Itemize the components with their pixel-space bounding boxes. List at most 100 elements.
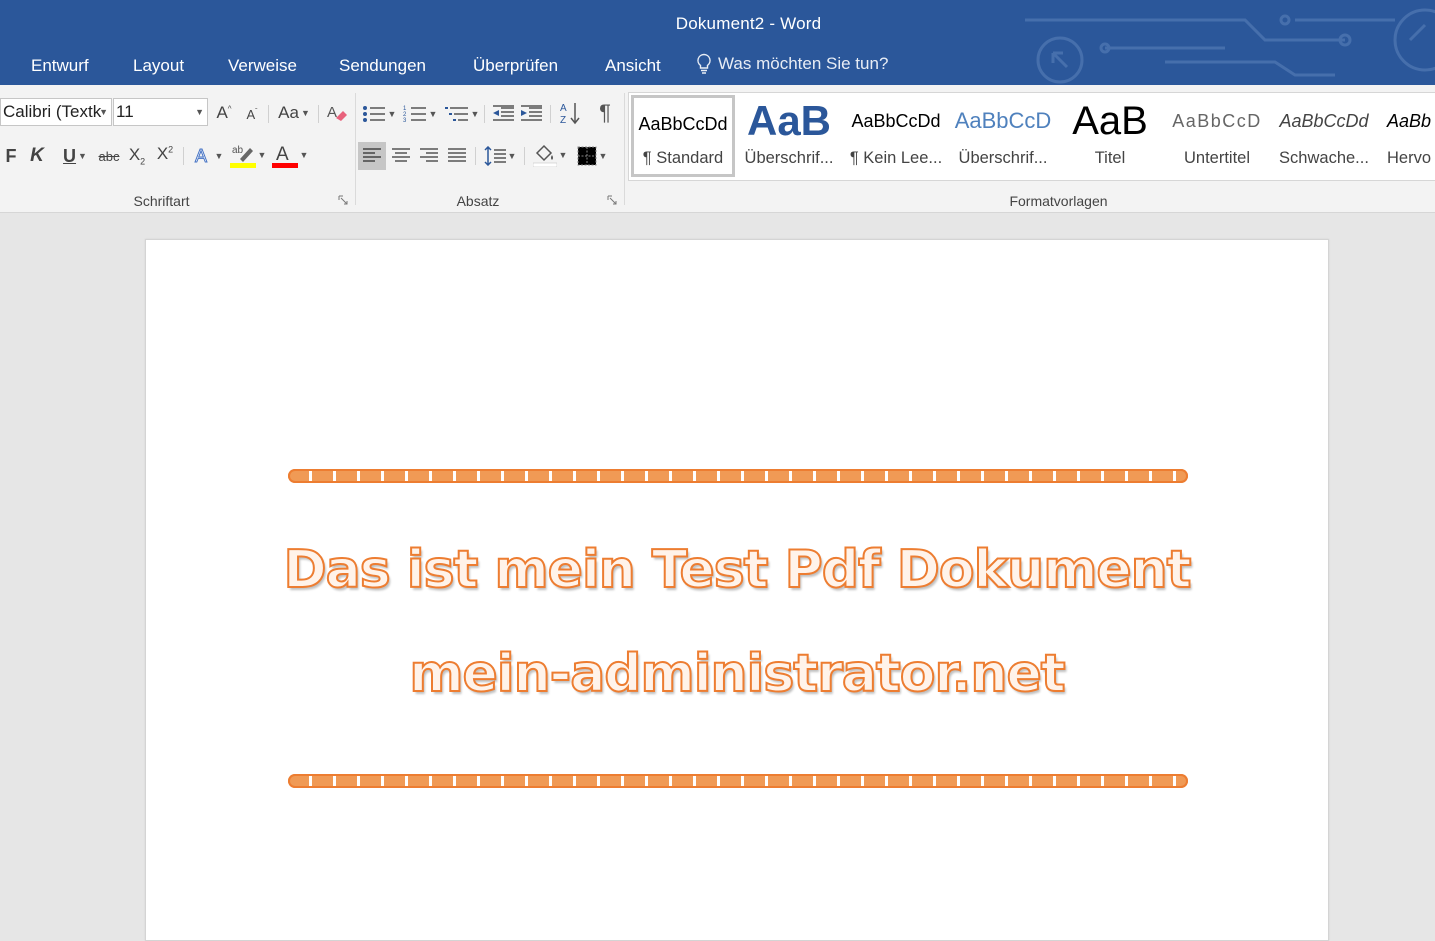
style-heading1[interactable]: AaB Überschrif... [737,95,841,177]
justify-icon [448,148,466,162]
strikethrough-button[interactable]: abc [95,143,123,169]
eraser-icon: A [327,104,347,121]
line-spacing-icon [484,146,506,166]
sort-az-icon: AZ [560,103,580,125]
chevron-down-icon: ▼ [99,107,108,117]
multilevel-list-button[interactable]: ▼ [443,101,481,127]
svg-text:A: A [276,144,289,165]
font-size-value: 11 [116,102,134,121]
increase-indent-button[interactable] [518,101,544,127]
strikethrough-label: abc [98,148,120,164]
tab-ueberpruefen[interactable]: Überprüfen [473,56,558,76]
document-subheading: mein-administrator.net [408,643,1066,705]
italic-button[interactable]: K [28,143,46,169]
style-name: ¶ Standard [642,149,724,167]
style-preview: AaBb [1387,110,1432,131]
subscript-button[interactable]: X2 [126,143,148,169]
superscript-button[interactable]: X2 [154,141,176,167]
align-center-button[interactable] [388,142,414,170]
style-preview: AaBbCcDd [1279,110,1369,131]
style-preview: AaBbCcD [954,108,1052,133]
tab-verweise[interactable]: Verweise [228,56,297,76]
style-name: ¶ Kein Lee... [849,149,943,167]
align-left-icon [363,148,381,162]
font-color-button[interactable]: A ▼ [270,141,310,169]
style-emphasis[interactable]: AaBb Hervo [1379,95,1435,177]
change-case-label: Aa [278,103,299,122]
subscript-icon: X2 [128,145,146,167]
style-preview: AaB [1072,99,1148,143]
text-effects-button[interactable]: A ▼ [190,143,226,169]
tab-layout[interactable]: Layout [133,56,184,76]
font-size-combo[interactable]: 11 ▼ [113,98,208,126]
svg-text:ab: ab [232,145,244,156]
line-spacing-button[interactable]: ▼ [481,142,519,170]
show-formatting-button[interactable]: ¶ [592,99,618,127]
style-heading2[interactable]: AaBbCcD Überschrif... [951,95,1055,177]
lightbulb-icon [697,53,711,74]
borders-icon [577,146,597,166]
document-heading: Das ist mein Test Pdf Dokument [282,539,1192,601]
decrease-indent-button[interactable] [490,101,516,127]
superscript-icon: X2 [156,144,174,163]
style-name: Titel [1094,149,1126,167]
multilevel-list-icon [444,107,468,121]
font-name-combo[interactable]: Calibri (Textk ▼ [0,98,112,126]
numbered-list-icon: 123 [403,106,426,124]
ribbon: Calibri (Textk ▼ 11 ▼ A^ Aˇ Aa ▼ A F K U ▼… [0,85,1435,213]
style-subtitle[interactable]: AaBbCcD Untertitel [1165,95,1269,177]
styles-gallery: AaBbCcDd ¶ Standard AaB Überschrif... Aa… [628,92,1435,181]
svg-text:A: A [560,103,567,114]
shrink-font-button[interactable]: Aˇ [243,103,261,125]
style-name: Untertitel [1183,149,1251,167]
styles-group-label: Formatvorlagen [1009,193,1108,209]
bold-button[interactable]: F [3,143,19,169]
style-name: Hervo [1387,149,1432,167]
style-name: Schwache... [1279,149,1369,167]
circuit-decoration [1025,8,1435,84]
grow-font-icon: A^ [216,103,232,122]
window-title: Dokument2 - Word [675,14,822,33]
increase-indent-icon [521,105,542,121]
shading-button[interactable]: ▼ [530,140,570,170]
align-left-button[interactable] [358,142,386,170]
change-case-button[interactable]: Aa ▼ [276,101,312,125]
shrink-font-icon: Aˇ [246,106,258,122]
style-no-spacing[interactable]: AaBbCcDd ¶ Kein Lee... [844,95,948,177]
bullets-button[interactable]: ▼ [360,101,398,127]
style-subtle-emphasis[interactable]: AaBbCcDd Schwache... [1272,95,1376,177]
tab-sendungen[interactable]: Sendungen [339,56,426,76]
font-color-icon: A [271,144,298,168]
svg-text:Z: Z [560,115,566,125]
grow-font-button[interactable]: A^ [214,101,234,125]
svg-text:A: A [327,104,337,121]
style-preview: AaB [746,99,832,143]
paragraph-dialog-launcher-icon[interactable] [607,195,617,205]
style-preview: AaBbCcDd [851,110,941,131]
style-preview: AaBbCcDd [638,113,728,134]
highlighter-icon: ab [229,145,256,168]
highlight-button[interactable]: ab ▼ [228,141,268,169]
font-name-value: Calibri (Textk [3,102,102,121]
style-title[interactable]: AaB Titel [1058,95,1162,177]
text-effects-icon: A [194,146,207,167]
paragraph-group-label: Absatz [456,193,500,209]
tab-entwurf[interactable]: Entwurf [31,56,89,76]
borders-button[interactable]: ▼ [572,142,612,170]
sort-button[interactable]: AZ [557,99,583,127]
document-page[interactable]: Das ist mein Test Pdf Dokument mein-admi… [145,239,1329,941]
style-standard[interactable]: AaBbCcDd ¶ Standard [631,95,735,177]
numbering-button[interactable]: 123 ▼ [401,101,439,127]
font-dialog-launcher-icon[interactable] [338,195,348,205]
tab-ansicht[interactable]: Ansicht [605,56,661,76]
tell-me-text: Was möchten Sie tun? [718,54,889,73]
decorative-dashed-line-bottom [288,774,1188,788]
clear-formatting-button[interactable]: A [325,100,349,126]
tell-me-box[interactable]: Was möchten Sie tun? [696,53,888,75]
decrease-indent-icon [493,105,514,121]
chevron-down-icon: ▼ [195,107,204,117]
align-right-button[interactable] [416,142,442,170]
justify-button[interactable] [444,142,470,170]
underline-button[interactable]: U ▼ [57,143,93,169]
align-right-icon [420,148,438,162]
